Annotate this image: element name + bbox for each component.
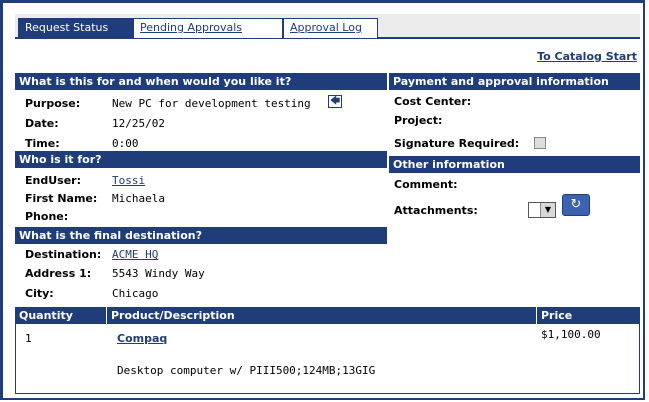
date-label: Date: bbox=[25, 117, 59, 130]
city-value: Chicago bbox=[112, 287, 159, 300]
who-section-header: Who is it for? bbox=[15, 151, 387, 168]
tab-request-status[interactable]: Request Status bbox=[18, 18, 133, 38]
address-value: 5543 Windy Way bbox=[112, 267, 205, 280]
row-price: $1,100.00 bbox=[541, 328, 601, 341]
purpose-label: Purpose: bbox=[25, 97, 81, 110]
row-product-link[interactable]: Compaq bbox=[117, 332, 167, 345]
dropdown-arrow-icon[interactable]: ▼ bbox=[540, 203, 555, 217]
destination-section-header: What is the final destination? bbox=[15, 227, 387, 244]
firstname-label: First Name: bbox=[25, 192, 98, 205]
time-value: 0:00 bbox=[112, 137, 139, 150]
enduser-label: EndUser: bbox=[25, 174, 81, 187]
destination-label: Destination: bbox=[25, 248, 102, 261]
payment-section-header: Payment and approval information bbox=[389, 73, 640, 90]
signature-label: Signature Required: bbox=[394, 137, 520, 150]
project-label: Project: bbox=[394, 114, 443, 127]
attachments-label: Attachments: bbox=[394, 204, 478, 217]
other-section-header: Other information bbox=[389, 156, 640, 173]
enduser-link[interactable]: Tossi bbox=[112, 174, 145, 187]
purpose-section-header: What is this for and when would you like… bbox=[15, 73, 387, 90]
column-header-price: Price bbox=[537, 307, 640, 324]
comment-label: Comment: bbox=[394, 178, 458, 191]
attachment-icon[interactable]: ↻ bbox=[562, 194, 590, 216]
catalog-start-link[interactable]: To Catalog Start bbox=[537, 50, 637, 63]
date-value: 12/25/02 bbox=[112, 117, 165, 130]
address-label: Address 1: bbox=[25, 267, 92, 280]
tab-approval-log[interactable]: Approval Log bbox=[283, 18, 378, 38]
left-arrow-icon[interactable]: 🡄 bbox=[328, 95, 342, 108]
row-description: Desktop computer w/ PIII500;124MB;13GIG bbox=[117, 364, 376, 377]
city-label: City: bbox=[25, 287, 54, 300]
destination-link[interactable]: ACME HQ bbox=[112, 248, 158, 261]
cost-center-label: Cost Center: bbox=[394, 95, 472, 108]
attachments-select[interactable]: ▼ bbox=[528, 202, 556, 218]
tab-bar: Request Status Pending Approvals Approva… bbox=[15, 14, 640, 39]
signature-required-checkbox[interactable] bbox=[534, 137, 546, 149]
row-quantity: 1 bbox=[25, 332, 32, 345]
tab-pending-approvals[interactable]: Pending Approvals bbox=[133, 18, 283, 38]
column-header-quantity: Quantity bbox=[15, 307, 107, 324]
phone-label: Phone: bbox=[25, 210, 69, 223]
time-label: Time: bbox=[25, 137, 60, 150]
purpose-value: New PC for development testing bbox=[112, 97, 311, 110]
firstname-value: Michaela bbox=[112, 192, 165, 205]
column-header-product: Product/Description bbox=[107, 307, 537, 324]
